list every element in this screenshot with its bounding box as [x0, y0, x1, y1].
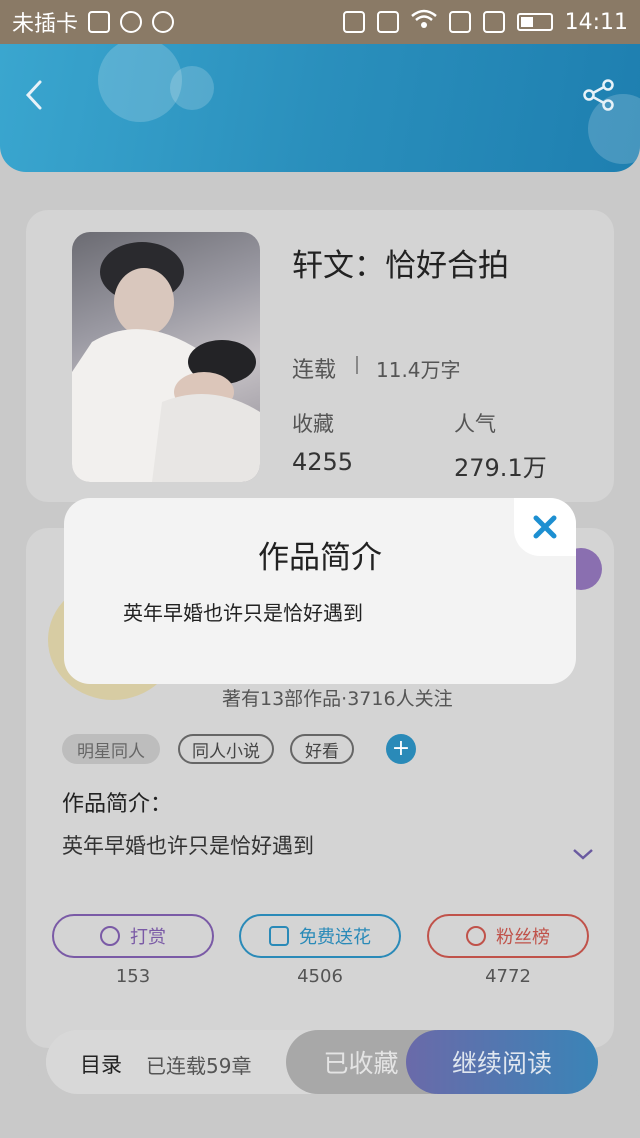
yen-icon: [100, 926, 120, 946]
bubble-decoration: [170, 66, 214, 110]
serial-status: 连载: [292, 358, 337, 383]
divider: [356, 356, 358, 374]
status-bar: 未插卡 14:11: [0, 0, 640, 44]
carrier-text: 未插卡: [12, 12, 79, 37]
continue-reading-button[interactable]: 继续阅读: [406, 1030, 598, 1094]
sync-icon: [120, 11, 143, 33]
fan-ranking-label: 粉丝榜: [496, 927, 550, 948]
chevron-left-icon: [25, 80, 42, 110]
word-count: 11.4万字: [376, 358, 461, 382]
battery-icon: [516, 13, 553, 31]
toc-button[interactable]: 目录: [80, 1049, 122, 1079]
back-button[interactable]: [22, 78, 48, 112]
flower-count: 4506: [297, 966, 343, 987]
header: [0, 44, 640, 172]
share-button[interactable]: [582, 78, 616, 112]
intro-label: 作品简介：: [62, 792, 173, 817]
tag-item[interactable]: 好看: [290, 734, 354, 764]
popularity-label: 人气: [454, 412, 496, 436]
add-tag-button[interactable]: +: [386, 734, 416, 764]
book-title: 轩文：恰好合拍: [292, 248, 509, 284]
favorites-value: 4255: [292, 448, 354, 476]
intro-modal: [64, 498, 576, 684]
tag-item[interactable]: 明星同人: [62, 734, 160, 764]
continue-reading-label: 继续阅读: [451, 1049, 552, 1078]
tag-item[interactable]: 同人小说: [178, 734, 274, 764]
chevron-down-icon: [573, 849, 593, 860]
modal-title: 作品简介: [258, 540, 382, 576]
modal-text: 英年早婚也许只是恰好遇到: [123, 601, 363, 625]
sim-card-2-icon: [482, 11, 505, 33]
reward-button[interactable]: 打赏: [52, 914, 214, 958]
wifi-icon: [410, 8, 437, 36]
steering-icon: [152, 11, 175, 33]
flower-icon: [269, 926, 289, 946]
clock-text: 14:11: [564, 9, 628, 35]
nfc-icon: [342, 11, 365, 33]
reward-count: 153: [115, 966, 151, 987]
modal-close-button[interactable]: [514, 498, 576, 556]
sim-card-icon: [448, 11, 471, 33]
sim-icon: [88, 11, 111, 33]
expand-intro-button[interactable]: [572, 846, 594, 862]
chapter-count: 已连载59章: [146, 1054, 252, 1078]
favorites-label: 收藏: [292, 412, 334, 436]
favorited-label: 已收藏: [323, 1049, 399, 1078]
plus-icon: +: [391, 736, 411, 761]
reward-label: 打赏: [130, 927, 166, 948]
fan-count: 4772: [485, 966, 531, 987]
silent-icon: [376, 11, 399, 33]
send-flower-label: 免费送花: [299, 927, 371, 948]
share-icon: [583, 79, 614, 111]
popularity-value: 279.1万: [454, 454, 547, 482]
send-flower-button[interactable]: 免费送花: [239, 914, 401, 958]
intro-text: 英年早婚也许只是恰好遇到: [62, 834, 314, 858]
close-icon: [533, 515, 557, 539]
author-summary: 著有13部作品·3716人关注: [222, 688, 453, 710]
fan-ranking-button[interactable]: 粉丝榜: [427, 914, 589, 958]
cover-image: [72, 242, 260, 482]
user-heart-icon: [466, 926, 486, 946]
book-cover[interactable]: [72, 232, 260, 482]
